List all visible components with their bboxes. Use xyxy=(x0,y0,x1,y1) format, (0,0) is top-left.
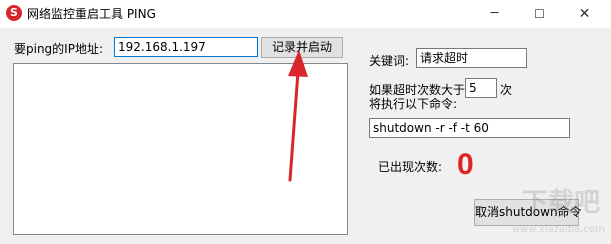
app-window: S 网络监控重启工具 PING ─ ☐ ✕ 要ping的IP地址: 192.16… xyxy=(0,0,611,244)
maximize-button[interactable]: ☐ xyxy=(517,0,562,28)
ip-address-input[interactable]: 192.168.1.197 xyxy=(114,37,258,57)
watermark-url: www.xiazaiba.com xyxy=(512,224,605,235)
red-arrow-annotation xyxy=(288,50,308,182)
app-logo-icon: S xyxy=(6,5,22,21)
close-button[interactable]: ✕ xyxy=(562,0,607,28)
ip-address-label: 要ping的IP地址: xyxy=(14,42,103,56)
occurrences-label: 已出现次数: xyxy=(378,160,443,174)
execute-command-label: 将执行以下命令: xyxy=(369,97,458,111)
keyword-input[interactable]: 请求超时 xyxy=(416,48,527,68)
occurrences-count: 0 xyxy=(457,148,474,181)
site-watermark: 下载吧 www.xiazaiba.com xyxy=(494,180,611,244)
window-title: 网络监控重启工具 PING xyxy=(27,7,156,21)
keyword-label: 关键词: xyxy=(369,54,410,68)
timeout-suffix-label: 次 xyxy=(500,83,513,97)
command-input[interactable]: shutdown -r -f -t 60 xyxy=(369,118,570,138)
timeout-count-input[interactable]: 5 xyxy=(465,78,497,98)
minimize-button[interactable]: ─ xyxy=(472,0,517,28)
title-bar[interactable]: S 网络监控重启工具 PING ─ ☐ ✕ xyxy=(0,0,611,28)
watermark-site-name: 下载吧 xyxy=(522,188,601,218)
